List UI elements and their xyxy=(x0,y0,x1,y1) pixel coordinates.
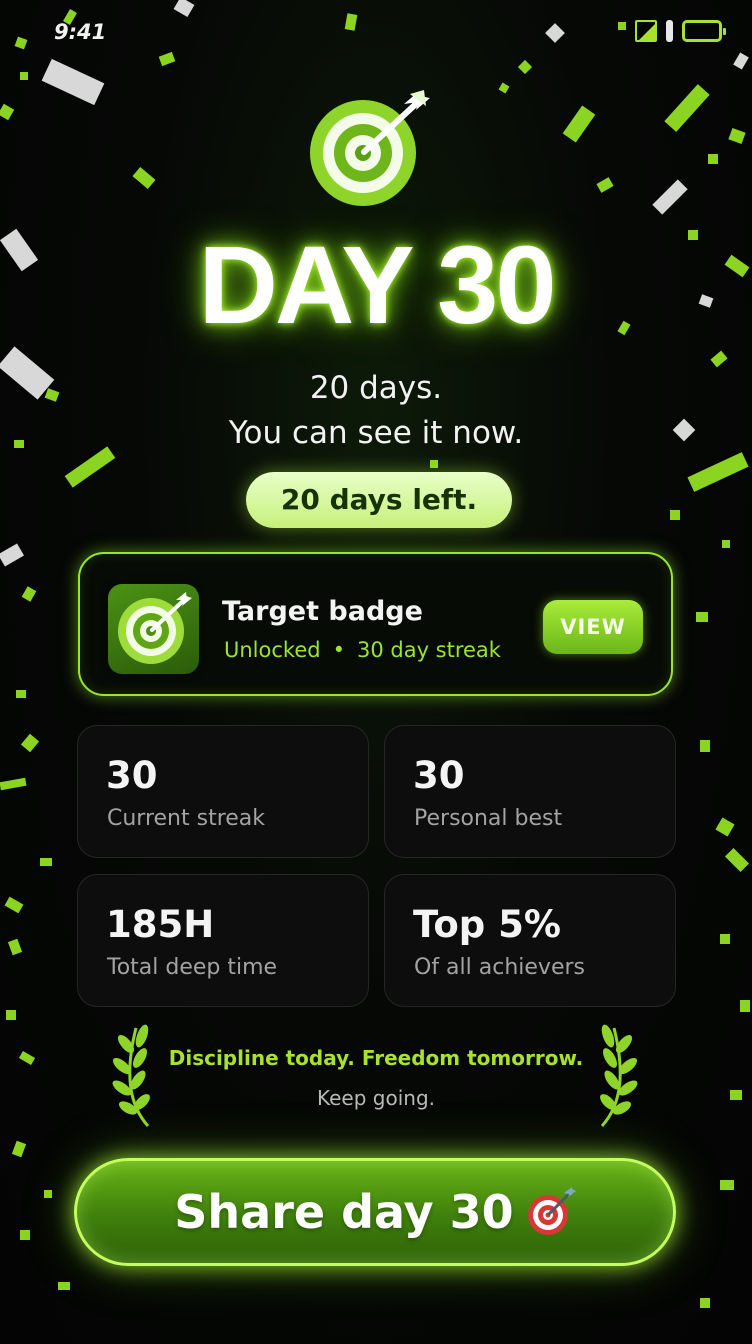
badge-subtitle: Unlocked • 30 day streak xyxy=(224,638,501,662)
stat-card-personal-best: 30 Personal best xyxy=(384,725,676,858)
status-icons xyxy=(635,20,726,42)
view-badge-button[interactable]: VIEW xyxy=(543,600,643,654)
share-button[interactable]: Share day 30 xyxy=(74,1158,676,1266)
badge-target-icon xyxy=(108,584,199,674)
days-left-pill: 20 days left. xyxy=(246,472,512,528)
laurel-right-icon xyxy=(600,1024,638,1128)
badge-streak: 30 day streak xyxy=(356,638,501,662)
status-time: 9:41 xyxy=(54,20,107,44)
stat-value: Top 5% xyxy=(413,903,561,946)
subtitle-line-1: 20 days. xyxy=(309,370,443,406)
laurel-left-icon xyxy=(112,1024,150,1128)
hero-subtitle: 20 days. You can see it now. xyxy=(0,366,752,456)
stat-card-ranking: Top 5% Of all achievers xyxy=(384,874,676,1007)
stat-card-current-streak: 30 Current streak xyxy=(77,725,369,858)
badge-title: Target badge xyxy=(222,596,423,627)
signal-icon xyxy=(635,20,657,42)
stat-card-total-deep-time: 185H Total deep time xyxy=(77,874,369,1007)
stat-label: Current streak xyxy=(107,806,266,831)
stat-value: 185H xyxy=(106,903,215,946)
badge-separator: • xyxy=(332,638,345,662)
wifi-icon xyxy=(666,20,673,42)
stat-label: Total deep time xyxy=(107,955,278,980)
badge-status: Unlocked xyxy=(224,638,321,662)
stat-value: 30 xyxy=(106,754,158,797)
quote-main: Discipline today. Freedom tomorrow. xyxy=(168,1046,584,1070)
stat-value: 30 xyxy=(413,754,465,797)
page-title: DAY 30 xyxy=(198,224,556,347)
quote-sub: Keep going. xyxy=(317,1086,435,1110)
battery-icon xyxy=(682,20,726,42)
status-bar: 9:41 xyxy=(0,0,752,66)
stat-label: Of all achievers xyxy=(414,955,585,980)
badge-card[interactable]: Target badge Unlocked • 30 day streak VIEW xyxy=(78,552,673,696)
target-icon xyxy=(310,90,430,206)
share-button-label: Share day 30 xyxy=(174,1185,514,1239)
target-emoji-icon xyxy=(527,1187,576,1235)
subtitle-line-2: You can see it now. xyxy=(228,415,524,451)
stat-label: Personal best xyxy=(414,806,563,831)
